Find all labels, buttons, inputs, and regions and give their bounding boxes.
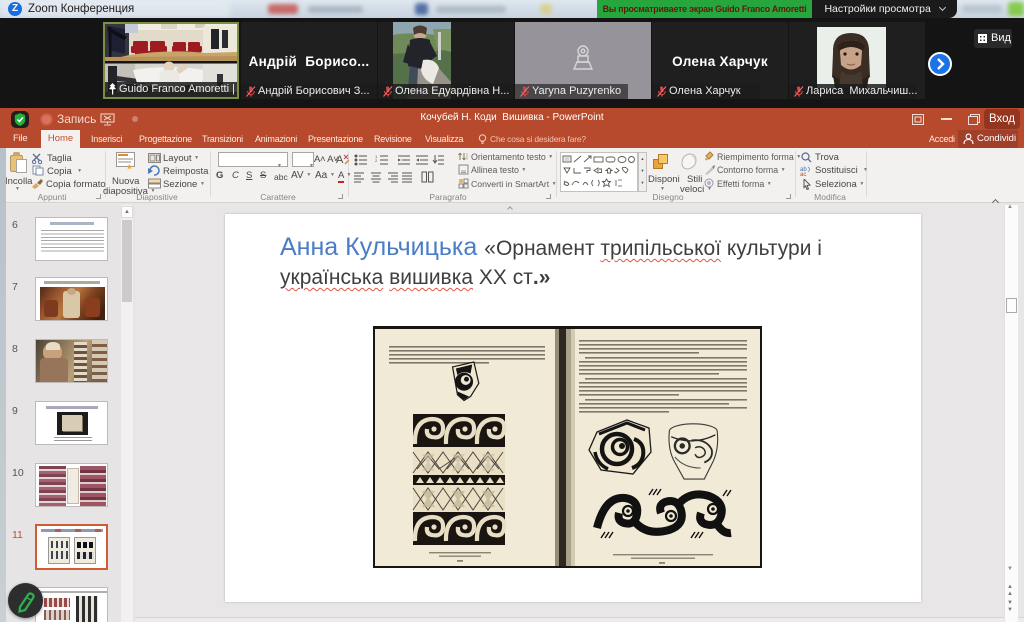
svg-text:2: 2 [375,158,378,163]
svg-text:ac: ac [800,172,806,176]
svg-text:A: A [336,154,344,165]
